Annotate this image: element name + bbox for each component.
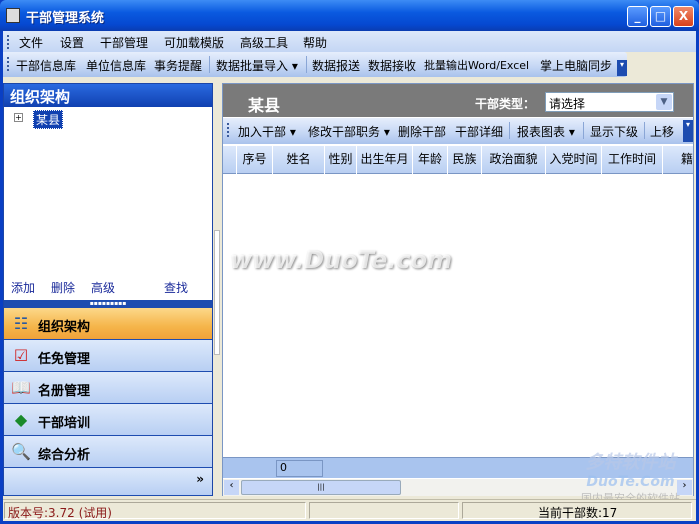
grid-header: 序号 姓名 性别 出生年月 年龄 民族 政治面貌 入党时间 工作时间 籍 [223,146,693,174]
menu-advanced-tools[interactable]: 高级工具 [240,34,288,51]
unit-db-button[interactable]: 单位信息库 [86,57,146,74]
advanced-link[interactable]: 高级 [91,279,115,296]
unit-title: 某县 [248,96,281,115]
add-cadre-dropdown[interactable]: 加入干部 ▾ [238,123,296,140]
menu-templates[interactable]: 可加载模版 [164,34,224,51]
title-bar [0,0,699,31]
tree-expand-icon[interactable]: + [14,113,23,122]
left-scrollbar[interactable] [214,230,220,355]
nav-more-button[interactable]: » [4,468,212,496]
cadre-toolbar: 加入干部 ▾ 修改干部职务 ▾ 删除干部 干部详细 报表图表 ▾ 显示下级 上移… [223,118,693,144]
nav-roster[interactable]: 📖 名册管理 [4,372,212,404]
maximize-button[interactable]: □ [650,6,671,27]
data-receive-button[interactable]: 数据接收 [368,57,416,74]
training-book-icon: ◆ [14,410,28,429]
row-indicator-header [223,146,237,174]
column-header[interactable]: 入党时间 [546,146,602,174]
app-icon [6,8,20,23]
column-header[interactable]: 籍 [663,146,693,174]
menu-cadre-management[interactable]: 干部管理 [100,34,148,51]
tree-node-county[interactable]: 某县 [33,110,64,129]
data-submit-button[interactable]: 数据报送 [312,57,360,74]
status-panel [309,502,459,519]
toolbar-separator [306,56,307,73]
toolbar-overflow-button[interactable]: ▾ [683,120,693,142]
magnifier-icon: 🔍 [11,442,31,461]
cadre-db-button[interactable]: 干部信息库 [16,57,76,74]
nav-analysis[interactable]: 🔍 综合分析 [4,436,212,468]
window-title: 干部管理系统 [26,11,105,26]
cadre-type-select[interactable]: 请选择 ▼ [545,92,674,112]
watermark-text: www.DuoTe.com [230,246,452,274]
column-header[interactable]: 政治面貌 [482,146,546,174]
cadre-type-label: 干部类型： [475,97,536,111]
column-header[interactable]: 姓名 [273,146,325,174]
move-up-button[interactable]: 上移 [650,123,674,140]
nav-org-structure[interactable]: ☷ 组织架构 [4,308,212,340]
toolbar-separator [209,56,210,73]
column-header[interactable]: 民族 [448,146,482,174]
appointment-icon: ☑ [13,346,29,365]
menu-file[interactable]: 文件 [19,34,43,51]
nav-training[interactable]: ◆ 干部培训 [4,404,212,436]
show-subordinate-button[interactable]: 显示下级 [590,123,638,140]
cadre-count: 当前干部数:17 [462,502,692,520]
menu-help[interactable]: 帮助 [303,34,327,51]
add-link[interactable]: 添加 [11,279,35,296]
nav-appointment[interactable]: ☑ 任免管理 [4,340,212,372]
toolbar-separator [644,122,645,139]
nav-splitter-grip[interactable]: ▪▪▪▪▪▪▪▪▪ [4,300,212,308]
cadre-panel [222,83,694,496]
scroll-left-button[interactable]: ‹ [224,480,239,495]
reports-dropdown[interactable]: 报表图表 ▾ [517,123,575,140]
minimize-button[interactable]: _ [627,6,648,27]
close-button[interactable]: X [673,6,694,27]
toolbar-grip[interactable] [227,123,229,137]
delete-link[interactable]: 删除 [51,279,75,296]
toolbar-separator [583,122,584,139]
batch-export-button[interactable]: 批量输出Word/Excel [424,57,529,73]
version-label: 版本号:3.72 (试用) [4,502,306,520]
menu-settings[interactable]: 设置 [60,34,84,51]
footer-sum-field: 0 [276,460,323,477]
status-bar: 版本号:3.72 (试用) 当前干部数:17 [3,499,696,520]
search-link[interactable]: 查找 [164,279,188,296]
pda-sync-button[interactable]: 掌上电脑同步 [540,57,612,74]
cadre-detail-button[interactable]: 干部详细 [455,123,503,140]
toolbar-separator [509,122,510,139]
org-tree-icon: ☷ [13,314,29,333]
org-panel-header: 组织架构 [4,84,212,107]
roster-book-icon: 📖 [11,378,31,397]
toolbar-overflow-button[interactable]: ▾ [617,60,627,76]
menu-bar: 文件 设置 干部管理 可加载模版 高级工具 帮助 [3,31,696,52]
main-toolbar: 干部信息库 单位信息库 事务提醒 数据批量导入 ▾ 数据报送 数据接收 批量输出… [3,52,627,77]
column-header[interactable]: 年龄 [413,146,448,174]
edit-post-dropdown[interactable]: 修改干部职务 ▾ [308,123,390,140]
column-header[interactable]: 性别 [325,146,357,174]
column-header[interactable]: 工作时间 [602,146,663,174]
chevron-down-icon[interactable]: ▼ [656,94,672,110]
batch-import-dropdown[interactable]: 数据批量导入 ▾ [216,57,298,74]
toolbar-grip[interactable] [7,57,9,71]
reminders-button[interactable]: 事务提醒 [154,57,202,74]
menu-grip[interactable] [7,35,9,49]
column-header[interactable]: 序号 [237,146,273,174]
column-header[interactable]: 出生年月 [357,146,413,174]
delete-cadre-button[interactable]: 删除干部 [398,123,446,140]
scroll-thumb[interactable]: ||| [241,480,401,495]
